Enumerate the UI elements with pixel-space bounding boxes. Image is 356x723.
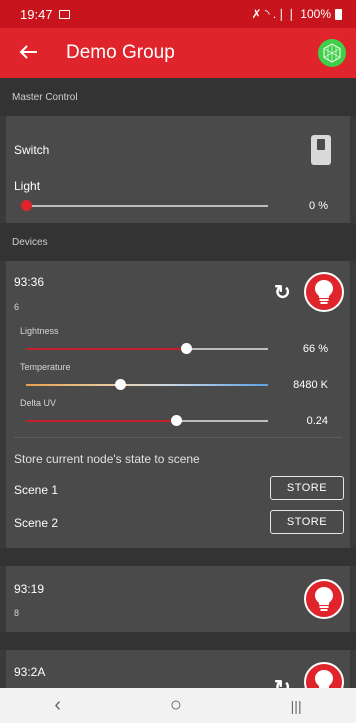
master-control-header: Master Control [0, 78, 356, 116]
status-bar: 19:47 ✗ ◝ .❘❘ 100% [0, 0, 356, 28]
battery-percent: 100% [300, 7, 331, 21]
toggle-switch-icon[interactable] [311, 135, 331, 165]
delta-uv-slider[interactable] [26, 415, 268, 426]
temperature-slider[interactable] [26, 379, 268, 390]
device-name: 93:19 [14, 582, 45, 596]
lightness-slider[interactable] [26, 343, 268, 354]
device-name: 93:2A [14, 665, 46, 679]
app-bar: Demo Group [0, 28, 356, 78]
delta-uv-fill [26, 420, 177, 422]
lightbulb-icon[interactable] [304, 579, 344, 619]
device-id: 8 [14, 608, 20, 618]
nav-home-icon[interactable]: ○ [170, 694, 182, 717]
switch-label: Switch [14, 143, 50, 157]
refresh-icon[interactable]: ↻ [274, 280, 291, 305]
temperature-label: Temperature [20, 362, 71, 372]
store-scene-1-button[interactable]: STORE [270, 476, 344, 500]
divider [14, 437, 342, 438]
refresh-icon[interactable]: ↻ [274, 675, 291, 688]
devices-header: Devices [0, 223, 356, 261]
lightness-slider-thumb[interactable] [180, 343, 192, 354]
page-title: Demo Group [66, 42, 175, 63]
gallery-notification-icon [58, 9, 70, 19]
back-arrow-icon[interactable] [18, 40, 46, 66]
signal-icons: ✗ ◝ .❘❘ [251, 7, 297, 21]
delta-uv-value: 0.24 [306, 415, 328, 427]
light-slider[interactable] [21, 200, 268, 211]
master-control-card: Switch Light 0 % [6, 116, 350, 223]
card-gap [0, 632, 356, 650]
status-icons: ✗ ◝ .❘❘ 100% [251, 7, 342, 21]
light-slider-thumb[interactable] [21, 200, 32, 211]
nav-recents-icon[interactable]: ||| [291, 698, 302, 714]
mesh-logo-icon [318, 39, 346, 67]
status-time: 19:47 [20, 6, 53, 22]
store-scene-2-button[interactable]: STORE [270, 510, 344, 534]
temperature-slider-thumb[interactable] [115, 379, 127, 390]
scene-prompt: Store current node's state to scene [14, 452, 200, 466]
light-value: 0 % [309, 200, 328, 212]
lightbulb-icon[interactable] [304, 272, 344, 312]
temperature-value: 8480 K [293, 379, 328, 391]
nav-back-icon[interactable]: ‹ [54, 694, 61, 717]
lightbulb-icon[interactable] [304, 662, 344, 688]
scene-2-label: Scene 2 [14, 516, 59, 530]
device-name: 93:36 [14, 275, 45, 289]
device-card: 93:19 8 [6, 566, 350, 632]
delta-uv-slider-thumb[interactable] [171, 415, 183, 426]
scene-1-label: Scene 1 [14, 483, 59, 497]
device-id: 6 [14, 302, 20, 312]
card-gap [0, 548, 356, 566]
system-nav-bar: ‹ ○ ||| [0, 688, 356, 723]
battery-icon [335, 8, 342, 20]
device-card: 93:36 6 ↻ Lightness 66 % Temperature 848… [6, 261, 350, 548]
lightness-label: Lightness [20, 326, 59, 336]
device-card: 93:2A ↻ [6, 650, 350, 688]
lightness-fill [26, 348, 186, 350]
delta-uv-label: Delta UV [20, 398, 57, 408]
light-label: Light [14, 179, 41, 193]
lightness-value: 66 % [302, 343, 328, 355]
